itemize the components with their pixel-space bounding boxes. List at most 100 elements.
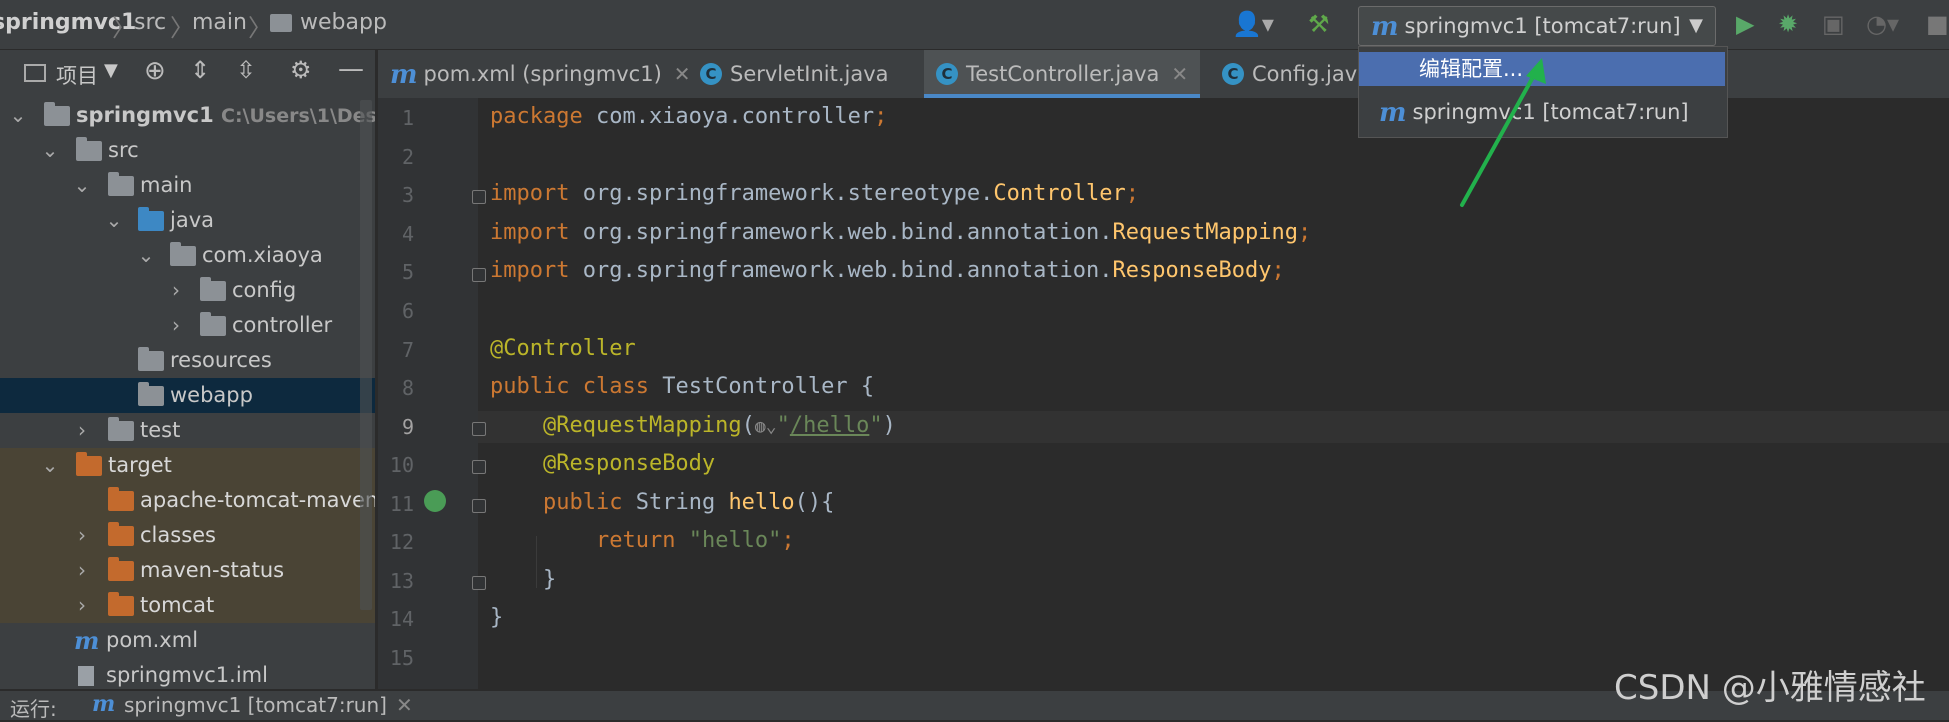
tree-item-config[interactable]: › config bbox=[0, 273, 375, 308]
excluded-folder-icon bbox=[108, 522, 134, 546]
tree-item-label: main bbox=[140, 173, 193, 197]
chevron-right-icon[interactable]: › bbox=[72, 588, 92, 623]
coverage-icon[interactable]: ▣ bbox=[1822, 10, 1845, 38]
tree-item-pom-xml[interactable]: m pom.xml bbox=[0, 623, 375, 658]
hide-icon[interactable]: — bbox=[338, 54, 364, 84]
tree-item-src[interactable]: ⌄ src bbox=[0, 133, 375, 168]
line-number: 2 bbox=[401, 145, 414, 169]
tab-servletinit[interactable]: C ServletInit.java bbox=[688, 50, 922, 98]
excluded-folder-icon bbox=[108, 592, 134, 616]
collapse-all-icon[interactable]: ⇳ bbox=[236, 56, 256, 84]
line-number: 1 bbox=[401, 106, 414, 130]
tree-item-com-xiaoya[interactable]: ⌄ com.xiaoya bbox=[0, 238, 375, 273]
chevron-right-icon[interactable]: › bbox=[166, 308, 186, 343]
build-hammer-icon[interactable]: ⚒ bbox=[1308, 10, 1330, 38]
code-line-10: @ResponseBody bbox=[542, 451, 716, 476]
fold-marker[interactable] bbox=[472, 422, 486, 436]
maven-icon: m bbox=[1379, 98, 1407, 128]
code-line-11: public String hello(){ bbox=[542, 490, 835, 515]
gear-icon[interactable]: ⚙ bbox=[290, 56, 312, 84]
chevron-down-icon[interactable]: ⌄ bbox=[104, 203, 124, 238]
web-folder-icon bbox=[138, 382, 164, 406]
fold-marker[interactable] bbox=[472, 268, 486, 282]
line-number: 11 bbox=[389, 492, 414, 516]
fold-marker[interactable] bbox=[472, 190, 486, 204]
breadcrumb-src[interactable]: src bbox=[134, 10, 166, 35]
tree-item-controller[interactable]: › controller bbox=[0, 308, 375, 343]
locate-icon[interactable]: ⊕ bbox=[144, 56, 166, 86]
chevron-down-icon[interactable]: ⌄ bbox=[40, 133, 60, 168]
tree-item-java[interactable]: ⌄ java bbox=[0, 203, 375, 238]
line-number: 9 bbox=[401, 415, 414, 439]
maven-icon: m bbox=[390, 60, 418, 90]
line-number: 7 bbox=[401, 338, 414, 362]
tree-item-webapp[interactable]: webapp bbox=[0, 378, 375, 413]
chevron-down-icon[interactable]: ▼ bbox=[104, 60, 118, 81]
user-icon[interactable]: 👤▾ bbox=[1232, 10, 1274, 38]
fold-marker[interactable] bbox=[472, 460, 486, 474]
profile-icon[interactable]: ◔▾ bbox=[1866, 10, 1899, 38]
tree-item-label: src bbox=[108, 138, 139, 162]
tree-item-classes[interactable]: › classes bbox=[0, 518, 375, 553]
tree-item-apache-tomcat[interactable]: apache-tomcat-maven- bbox=[0, 483, 375, 518]
package-icon bbox=[200, 312, 226, 336]
web-folder-icon bbox=[270, 14, 292, 32]
tree-item-tomcat[interactable]: › tomcat bbox=[0, 588, 375, 623]
code-line-12: return "hello"; bbox=[595, 528, 795, 553]
close-icon[interactable]: ✕ bbox=[396, 693, 413, 717]
package-icon bbox=[170, 242, 196, 266]
tab-label: Config.java bbox=[1252, 62, 1371, 86]
excluded-folder-icon bbox=[76, 452, 102, 476]
expand-all-icon[interactable]: ⇕ bbox=[190, 56, 210, 84]
project-panel-header: 项目 ▼ ⊕ ⇕ ⇳ ⚙ — bbox=[0, 50, 375, 98]
chevron-right-icon[interactable]: › bbox=[166, 273, 186, 308]
tree-item-iml[interactable]: springmvc1.iml bbox=[0, 658, 375, 689]
maven-icon: m bbox=[1371, 12, 1399, 42]
breadcrumb-main[interactable]: main bbox=[192, 10, 247, 35]
tree-item-maven-status[interactable]: › maven-status bbox=[0, 553, 375, 588]
chevron-down-icon[interactable]: ⌄ bbox=[72, 168, 92, 203]
chevron-right-icon[interactable]: › bbox=[72, 553, 92, 588]
run-icon[interactable]: ▶ bbox=[1736, 10, 1754, 38]
run-tab-label[interactable]: springmvc1 [tomcat7:run] bbox=[124, 693, 387, 717]
fold-marker[interactable] bbox=[472, 499, 486, 513]
tree-scrollbar[interactable] bbox=[360, 100, 372, 610]
annotation-arrow bbox=[1460, 58, 1546, 207]
maven-icon: m bbox=[92, 691, 116, 717]
tree-item-springmvc1[interactable]: ⌄ springmvc1 C:\Users\1\Desk bbox=[0, 98, 375, 133]
line-number: 4 bbox=[401, 222, 414, 246]
code-line-3: import org.springframework.stereotype.Co… bbox=[490, 181, 1140, 206]
tab-pom-xml[interactable]: m pom.xml (springmvc1) ✕ bbox=[378, 50, 691, 98]
navigation-bar: springmvc1 〉 src 〉 main 〉 webapp 👤▾ ⚒ ms… bbox=[0, 0, 1949, 50]
tree-item-label: springmvc1.iml bbox=[106, 663, 268, 687]
module-folder-icon bbox=[44, 102, 70, 126]
url-link[interactable]: /hello bbox=[790, 413, 869, 438]
folder-icon bbox=[108, 417, 134, 441]
globe-icon[interactable]: ◍⌄ bbox=[755, 416, 777, 437]
chevron-right-icon[interactable]: › bbox=[72, 518, 92, 553]
chevron-down-icon[interactable]: ⌄ bbox=[8, 98, 28, 133]
debug-icon[interactable]: ✹ bbox=[1778, 10, 1798, 38]
tree-item-target[interactable]: ⌄ target bbox=[0, 448, 375, 483]
excluded-folder-icon bbox=[108, 557, 134, 581]
stop-icon[interactable]: ■ bbox=[1926, 10, 1949, 38]
tree-item-main[interactable]: ⌄ main bbox=[0, 168, 375, 203]
fold-marker[interactable] bbox=[472, 576, 486, 590]
run-configuration-label: springmvc1 [tomcat7:run] bbox=[1404, 14, 1681, 38]
chevron-down-icon[interactable]: ⌄ bbox=[40, 448, 60, 483]
code-line-4: import org.springframework.web.bind.anno… bbox=[490, 220, 1312, 245]
tree-item-test[interactable]: › test bbox=[0, 413, 375, 448]
close-icon[interactable]: ✕ bbox=[1171, 62, 1188, 86]
breadcrumb-webapp[interactable]: webapp bbox=[300, 10, 387, 35]
project-panel-title[interactable]: 项目 bbox=[56, 60, 98, 90]
chevron-right-icon[interactable]: › bbox=[72, 413, 92, 448]
code-line-8: public class TestController { bbox=[490, 374, 875, 399]
line-number: 13 bbox=[389, 569, 414, 593]
tree-item-resources[interactable]: resources bbox=[0, 343, 375, 378]
tab-testcontroller[interactable]: C TestController.java ✕ bbox=[924, 50, 1200, 98]
resources-folder-icon bbox=[138, 347, 164, 371]
endpoint-gutter-icon[interactable] bbox=[424, 490, 446, 512]
tab-label: ServletInit.java bbox=[730, 62, 889, 86]
chevron-down-icon[interactable]: ⌄ bbox=[136, 238, 156, 273]
run-configuration-selector[interactable]: m springmvc1 [tomcat7:run] ▼ bbox=[1358, 6, 1716, 46]
